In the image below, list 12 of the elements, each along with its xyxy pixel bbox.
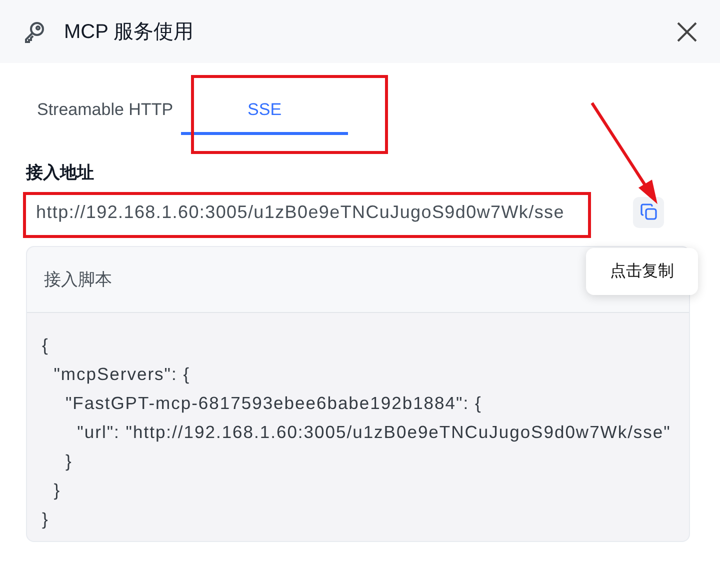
- tab[interactable]: SSE: [181, 100, 348, 135]
- key-icon: [22, 20, 46, 44]
- field-label: 接入地址: [26, 162, 95, 184]
- close-icon[interactable]: [676, 20, 698, 42]
- copy-icon: [640, 203, 658, 221]
- copy-button[interactable]: [633, 196, 664, 228]
- tab[interactable]: Streamable HTTP: [37, 100, 174, 135]
- dialog-title: MCP 服务使用: [64, 20, 195, 45]
- card-title: 接入脚本: [44, 269, 112, 291]
- address-field[interactable]: http://192.168.1.60:3005/u1zB0e9eTNCuJugoS9d0w7Wk/sse: [24, 190, 577, 234]
- tooltip: 点击复制: [586, 248, 698, 295]
- code-text: { "mcpServers": { "FastGPT-mcp-6817593ebee6babe192b1884": { "url": "http://192.168.1.60:3005/u1zB0e9eTNCuJugoS9d0w7Wk/sse" } } }: [42, 334, 672, 531]
